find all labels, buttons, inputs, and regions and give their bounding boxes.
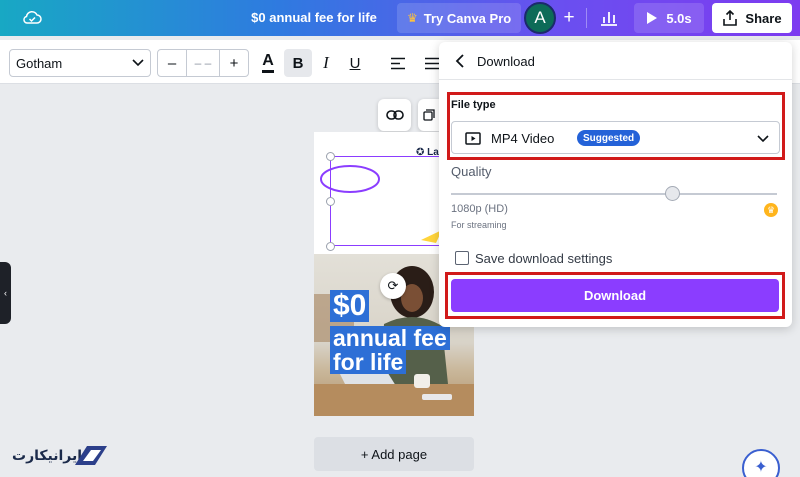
play-duration: 5.0s: [666, 10, 692, 26]
save-settings-checkbox[interactable]: [455, 251, 469, 265]
insights-button[interactable]: [594, 4, 624, 32]
play-icon: [647, 12, 658, 24]
align-left-button[interactable]: [384, 49, 412, 77]
share-button[interactable]: Share: [712, 3, 792, 33]
watermark-logo: [75, 446, 107, 465]
present-button[interactable]: 5.0s: [634, 3, 704, 33]
text-color-icon: A: [262, 53, 274, 73]
quality-value: 1080p (HD): [451, 203, 508, 215]
crown-icon: ♛: [764, 203, 778, 217]
increase-font-size-button[interactable]: +: [220, 50, 248, 76]
divider: [586, 8, 587, 28]
quality-slider-thumb[interactable]: [665, 186, 681, 201]
font-name: Gotham: [16, 55, 63, 71]
quality-slider-track[interactable]: [451, 193, 777, 195]
document-title[interactable]: $0 annual fee for life: [240, 10, 388, 25]
text-color-button[interactable]: A: [254, 49, 282, 77]
bold-button[interactable]: B: [284, 49, 312, 77]
quality-note: For streaming: [451, 220, 507, 230]
link-icon: [385, 110, 404, 120]
avatar[interactable]: A: [524, 2, 556, 34]
quality-label: Quality: [451, 164, 492, 179]
crown-icon: ♛: [407, 11, 418, 25]
collapse-panel-tab[interactable]: ‹: [0, 262, 11, 324]
save-settings-label[interactable]: Save download settings: [475, 251, 612, 266]
rotate-icon: ⟳: [387, 278, 399, 293]
chevron-left-icon: ‹: [4, 288, 7, 298]
highlight-frame-file-type: [447, 92, 785, 160]
top-bar: $0 annual fee for life ♛ Try Canva Pro A…: [0, 0, 800, 36]
share-label: Share: [745, 10, 782, 26]
download-panel-header: Download: [439, 42, 792, 80]
add-page-button[interactable]: + Add page: [314, 437, 474, 471]
list-icon: [425, 57, 439, 69]
back-arrow-icon[interactable]: [449, 50, 471, 72]
magic-assistant-button[interactable]: ✦: [742, 449, 780, 477]
headline-line-1: $0: [330, 290, 370, 322]
rotate-button[interactable]: ⟳: [380, 273, 406, 299]
underline-button[interactable]: U: [341, 49, 369, 77]
link-button[interactable]: [378, 99, 411, 131]
font-family-select[interactable]: Gotham: [9, 49, 151, 77]
highlight-frame-download: [445, 272, 785, 319]
try-pro-label: Try Canva Pro: [423, 10, 512, 26]
resize-handle-bottom-left[interactable]: [326, 242, 335, 251]
resize-handle-top-left[interactable]: [326, 152, 335, 161]
magic-sparkle-icon: ✦: [754, 459, 768, 476]
download-panel: Download File type MP4 Video Suggested Q…: [439, 42, 792, 327]
plus-icon[interactable]: +: [560, 7, 578, 29]
headline-line-2: annual fee: [330, 326, 450, 350]
share-upload-icon: [723, 10, 738, 26]
headline-line-3: for life: [330, 350, 407, 374]
align-left-icon: [391, 57, 405, 69]
decrease-font-size-button[interactable]: –: [158, 50, 186, 76]
chevron-down-icon: [132, 59, 144, 67]
bar-chart-icon: [601, 12, 617, 26]
cloud-icon[interactable]: [22, 9, 42, 27]
font-size-input[interactable]: – –: [186, 50, 220, 76]
italic-button[interactable]: I: [312, 49, 340, 77]
resize-handle-left[interactable]: [326, 197, 335, 206]
try-pro-button[interactable]: ♛ Try Canva Pro: [397, 3, 522, 33]
watermark-text: ایرانیکارت: [12, 447, 83, 463]
font-size-stepper: – – – +: [157, 49, 249, 77]
download-panel-title: Download: [477, 54, 535, 69]
duplicate-button[interactable]: [418, 99, 440, 131]
duplicate-icon: [423, 109, 435, 121]
